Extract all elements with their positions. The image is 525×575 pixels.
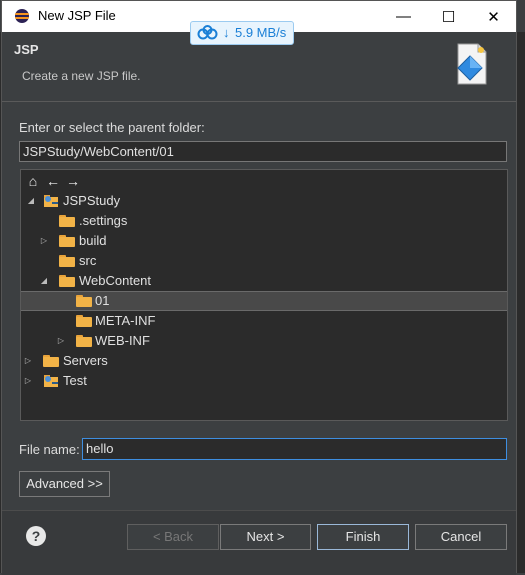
forward-arrow-icon[interactable]: → (65, 173, 81, 189)
cloud-icon (197, 25, 218, 40)
tree-item-src[interactable]: src (21, 251, 507, 271)
background-ide-strip-right (517, 32, 525, 573)
tree-item-label: src (79, 253, 97, 268)
parent-folder-label: Enter or select the parent folder: (19, 120, 205, 135)
project-icon (44, 195, 58, 207)
tree-item-build[interactable]: ▷ build (21, 231, 507, 251)
jsp-wizard-icon (457, 43, 487, 85)
file-name-label: File name: (19, 442, 80, 457)
tree-item-label: WebContent (79, 273, 152, 288)
tree-item-servers[interactable]: ▷ Servers (21, 351, 507, 371)
home-icon[interactable]: ⌂ (25, 173, 41, 189)
eclipse-icon (15, 9, 29, 23)
collapsed-arrow-icon[interactable]: ▷ (56, 331, 66, 351)
tree-item-label: JSPStudy (63, 193, 121, 208)
finish-button[interactable]: Finish (317, 524, 409, 550)
tree-item-label: WEB-INF (95, 333, 150, 348)
folder-icon (59, 215, 75, 227)
close-button[interactable]: ✕ (471, 1, 516, 32)
tree-item-test[interactable]: ▷ Test (21, 371, 507, 391)
next-button[interactable]: Next > (220, 524, 311, 550)
collapsed-arrow-icon[interactable]: ▷ (39, 231, 49, 251)
cancel-button[interactable]: Cancel (415, 524, 507, 550)
header-separator (2, 101, 516, 102)
tree-item-label: Servers (63, 353, 108, 368)
page-description: Create a new JSP file. (22, 69, 141, 83)
collapsed-arrow-icon[interactable]: ▷ (23, 371, 33, 391)
folder-icon (76, 295, 92, 307)
window-title: New JSP File (38, 8, 116, 23)
back-arrow-icon[interactable]: ← (45, 173, 61, 189)
expanded-arrow-icon[interactable]: ◢ (39, 271, 49, 291)
folder-icon (76, 315, 92, 327)
tree-item-01[interactable]: 01 (21, 291, 507, 311)
download-rate: 5.9 MB/s (235, 25, 287, 40)
tree-item-label: build (79, 233, 107, 248)
tree-item-web-inf[interactable]: ▷ WEB-INF (21, 331, 507, 351)
tree-item-label: Test (63, 373, 87, 388)
new-jsp-file-dialog: New JSP File — ☐ ✕ JSP Create a new JSP … (1, 0, 517, 575)
tree-item-label: 01 (95, 293, 110, 308)
tree-item-webcontent[interactable]: ◢ WebContent (21, 271, 507, 291)
download-arrow-icon: ↓ (223, 25, 230, 40)
advanced-button-label: Advanced >> (26, 476, 103, 491)
folder-icon (59, 255, 75, 267)
folder-icon (59, 235, 75, 247)
file-name-input[interactable]: hello (82, 438, 507, 460)
tree-item-label: META-INF (95, 313, 156, 328)
back-button[interactable]: < Back (127, 524, 219, 550)
collapsed-arrow-icon[interactable]: ▷ (23, 351, 33, 371)
minimize-button[interactable]: — (381, 1, 426, 32)
folder-tree[interactable]: ⌂ ← → ◢ JSPStudy .settings ▷ build src ◢… (20, 169, 508, 421)
parent-folder-input[interactable]: JSPStudy/WebContent/01 (19, 141, 507, 162)
folder-icon (43, 355, 59, 367)
tree-item-settings[interactable]: .settings (21, 211, 507, 231)
maximize-button[interactable]: ☐ (426, 1, 471, 32)
project-icon (44, 375, 58, 387)
page-title: JSP (14, 42, 39, 57)
expanded-arrow-icon[interactable]: ◢ (26, 191, 36, 211)
tree-item-jspstudy[interactable]: ◢ JSPStudy (21, 191, 507, 211)
download-speed-badge: ↓ 5.9 MB/s (190, 21, 294, 45)
tree-item-label: .settings (79, 213, 128, 228)
tree-toolbar: ⌂ ← → (25, 173, 81, 191)
folder-icon (76, 335, 92, 347)
advanced-button[interactable]: Advanced >> (19, 471, 110, 497)
help-icon[interactable]: ? (26, 526, 46, 546)
folder-icon (59, 275, 75, 287)
tree-item-meta-inf[interactable]: META-INF (21, 311, 507, 331)
